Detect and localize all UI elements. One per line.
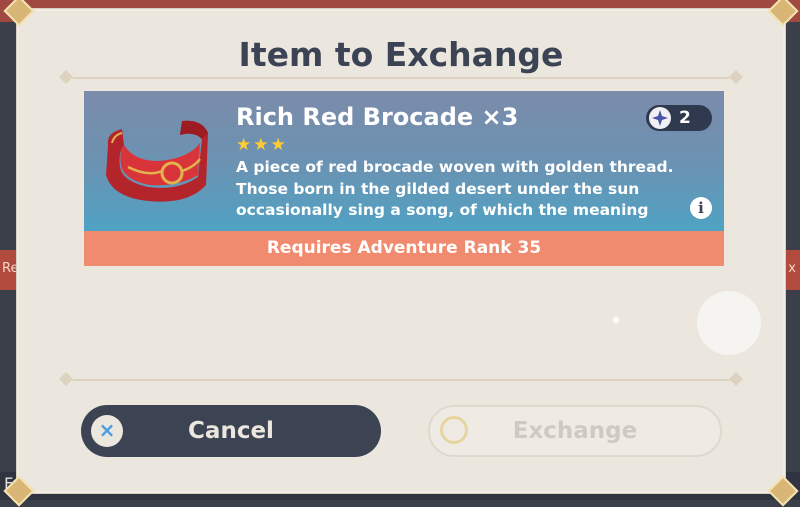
currency-icon [649,107,671,129]
cancel-button-label: Cancel [188,418,274,444]
exchange-button[interactable]: Exchange [428,405,722,457]
light-sparkle [613,317,619,323]
cancel-button[interactable]: × Cancel [81,405,381,457]
owned-count: 2 [679,108,691,128]
rarity-stars: ★★★ [236,135,288,155]
item-description: A piece of red brocade woven with golden… [236,158,674,219]
owned-count-badge: 2 [646,105,712,131]
item-name: Rich Red Brocade ×3 [236,103,519,131]
button-divider [58,371,744,387]
red-brocade-icon [106,120,208,202]
info-icon[interactable]: i [690,197,712,219]
dialog-title: Item to Exchange [238,35,564,74]
background-right-label: x [788,261,796,276]
light-bubble [697,291,761,355]
requirement-banner: Requires Adventure Rank 35 [84,231,724,266]
exchange-button-label: Exchange [512,418,638,444]
item-card: Rich Red Brocade ×3 ★★★ A piece of red b… [84,91,724,231]
exchange-dialog: Item to Exchange Rich Red Brocade ×3 ★★★… [3,0,799,507]
title-divider [58,69,744,85]
